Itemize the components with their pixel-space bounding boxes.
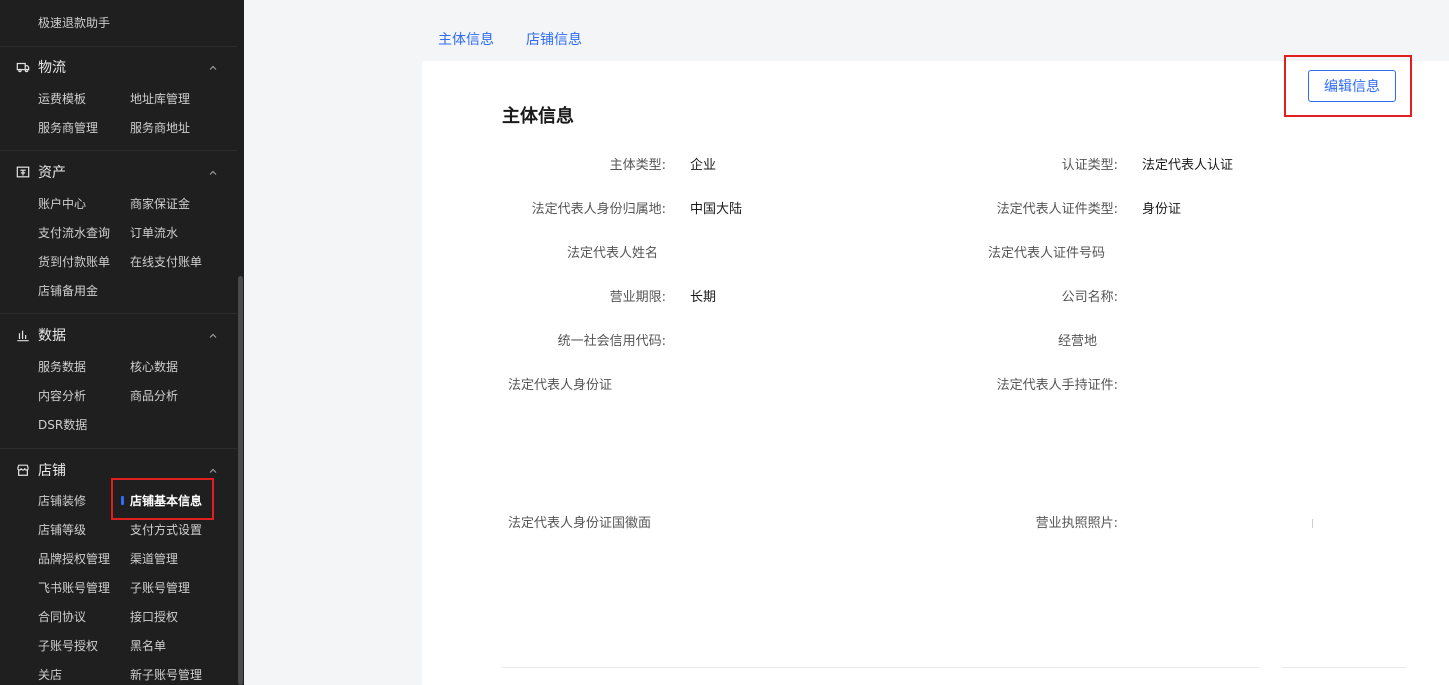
field-label-business-address: 经营地 bbox=[1058, 334, 1098, 349]
section-divider bbox=[0, 46, 237, 47]
sidebar-item-order-flow[interactable]: 订单流水 bbox=[130, 224, 178, 241]
field-label-handheld-id: 法定代表人手持证件: bbox=[996, 378, 1118, 393]
tab-bar: 主体信息 店铺信息 bbox=[438, 29, 582, 49]
tab-subject-info[interactable]: 主体信息 bbox=[438, 29, 494, 49]
sidebar-item-payment-settings[interactable]: 支付方式设置 bbox=[130, 521, 202, 538]
section-store-title: 店铺 bbox=[38, 463, 66, 479]
store-icon bbox=[16, 463, 30, 477]
field-label-legal-rep-region: 法定代表人身份归属地: bbox=[531, 202, 666, 217]
sidebar-item-core-data[interactable]: 核心数据 bbox=[130, 358, 178, 375]
sidebar-item-store-decoration[interactable]: 店铺装修 bbox=[38, 492, 86, 509]
sidebar-item-channel-management[interactable]: 渠道管理 bbox=[130, 550, 178, 567]
sidebar-item-provider-address[interactable]: 服务商地址 bbox=[130, 119, 190, 136]
field-value-business-term: 长期 bbox=[690, 290, 717, 305]
section-divider bbox=[0, 448, 237, 449]
field-label-business-term: 营业期限: bbox=[609, 290, 666, 305]
sidebar-item-contracts[interactable]: 合同协议 bbox=[38, 608, 86, 625]
chevron-up-icon[interactable] bbox=[206, 463, 220, 477]
field-label-id-type: 法定代表人证件类型: bbox=[996, 202, 1118, 217]
field-label-legal-rep-name: 法定代表人姓名 bbox=[566, 246, 658, 261]
field-label-subject-type: 主体类型: bbox=[609, 158, 666, 173]
section-divider bbox=[0, 313, 237, 314]
sidebar-item-online-pay-bill[interactable]: 在线支付账单 bbox=[130, 253, 202, 270]
active-indicator bbox=[121, 496, 124, 505]
chevron-up-icon[interactable] bbox=[206, 328, 220, 342]
field-label-business-license: 营业执照照片: bbox=[1035, 516, 1118, 531]
sidebar-item-cod-bill[interactable]: 货到付款账单 bbox=[38, 253, 110, 270]
truck-icon bbox=[16, 60, 30, 74]
field-value-legal-rep-region: 中国大陆 bbox=[690, 202, 743, 217]
sidebar-item-store-reserve[interactable]: 店铺备用金 bbox=[38, 282, 98, 299]
field-label-credit-code: 统一社会信用代码: bbox=[557, 334, 666, 349]
sidebar-item-blacklist[interactable]: 黑名单 bbox=[130, 637, 166, 654]
field-label-id-card-front: 法定代表人身份证 bbox=[508, 378, 613, 393]
wallet-icon bbox=[16, 165, 30, 179]
sidebar-nav: 极速退款助手 物流 运费模板 地址库管理 服务商管理 服务商地址 资产 账户中心… bbox=[0, 0, 244, 685]
section-divider-right bbox=[1282, 667, 1406, 668]
sidebar-item-account-center[interactable]: 账户中心 bbox=[38, 195, 86, 212]
section-divider-left bbox=[502, 667, 1259, 668]
sidebar-item-provider-management[interactable]: 服务商管理 bbox=[38, 119, 98, 136]
field-value-id-type: 身份证 bbox=[1142, 202, 1182, 217]
sidebar-item-new-sub-accounts[interactable]: 新子账号管理 bbox=[130, 666, 202, 683]
chevron-up-icon[interactable] bbox=[206, 165, 220, 179]
image-placeholder-mark bbox=[1312, 519, 1313, 528]
sidebar-item-fast-refund[interactable]: 极速退款助手 bbox=[38, 14, 110, 31]
section-logistics-title: 物流 bbox=[38, 60, 66, 76]
sidebar-item-api-auth[interactable]: 接口授权 bbox=[130, 608, 178, 625]
section-data-title: 数据 bbox=[38, 328, 66, 344]
sidebar-item-address-library[interactable]: 地址库管理 bbox=[130, 90, 190, 107]
section-logistics-header[interactable]: 物流 bbox=[16, 57, 66, 77]
sidebar-item-product-analysis[interactable]: 商品分析 bbox=[130, 387, 178, 404]
sidebar-item-store-level[interactable]: 店铺等级 bbox=[38, 521, 86, 538]
tab-store-info[interactable]: 店铺信息 bbox=[526, 29, 582, 49]
edit-info-button[interactable]: 编辑信息 bbox=[1308, 70, 1396, 102]
sidebar-item-content-analysis[interactable]: 内容分析 bbox=[38, 387, 86, 404]
section-assets-header[interactable]: 资产 bbox=[16, 162, 66, 182]
panel-title: 主体信息 bbox=[502, 106, 574, 127]
sidebar-item-shipping-template[interactable]: 运费模板 bbox=[38, 90, 86, 107]
field-value-subject-type: 企业 bbox=[690, 158, 717, 173]
sidebar-item-feishu-accounts[interactable]: 飞书账号管理 bbox=[38, 579, 110, 596]
chevron-up-icon[interactable] bbox=[206, 60, 220, 74]
sidebar-item-brand-auth[interactable]: 品牌授权管理 bbox=[38, 550, 110, 567]
sidebar-item-dsr-data[interactable]: DSR数据 bbox=[38, 416, 87, 433]
section-assets-title: 资产 bbox=[38, 165, 66, 181]
field-value-auth-type: 法定代表人认证 bbox=[1142, 158, 1234, 173]
section-store-header[interactable]: 店铺 bbox=[16, 460, 66, 480]
section-divider bbox=[0, 150, 237, 151]
sidebar-item-sub-accounts[interactable]: 子账号管理 bbox=[130, 579, 190, 596]
sidebar-scrollbar-thumb[interactable] bbox=[238, 276, 243, 685]
sidebar-item-payment-flow[interactable]: 支付流水查询 bbox=[38, 224, 110, 241]
sidebar-item-service-data[interactable]: 服务数据 bbox=[38, 358, 86, 375]
sidebar-item-close-store[interactable]: 关店 bbox=[38, 666, 62, 683]
field-label-company-name: 公司名称: bbox=[1061, 290, 1118, 305]
sidebar-item-store-basic-info[interactable]: 店铺基本信息 bbox=[130, 492, 202, 509]
field-label-id-card-back: 法定代表人身份证国徽面 bbox=[508, 516, 652, 531]
field-label-auth-type: 认证类型: bbox=[1061, 158, 1118, 173]
field-label-id-number: 法定代表人证件号码 bbox=[988, 246, 1106, 261]
bar-chart-icon bbox=[16, 328, 30, 342]
sidebar-item-merchant-deposit[interactable]: 商家保证金 bbox=[130, 195, 190, 212]
sidebar-item-sub-account-auth[interactable]: 子账号授权 bbox=[38, 637, 98, 654]
section-data-header[interactable]: 数据 bbox=[16, 325, 66, 345]
